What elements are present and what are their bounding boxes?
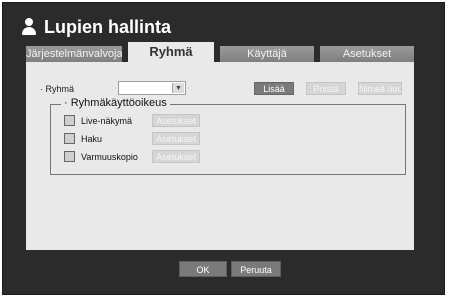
live-view-label: Live-näkymä: [81, 115, 133, 126]
chevron-down-icon[interactable]: ▼: [172, 83, 184, 93]
tab-group[interactable]: Ryhmä: [128, 42, 214, 62]
group-label: · Ryhmä: [40, 84, 75, 94]
tab-bar: Järjestelmänvalvoja Ryhmä Käyttäjä Asetu…: [26, 42, 414, 62]
group-panel: · Ryhmä ▼ Lisää Poista Nimeä uudelleen ·…: [26, 62, 414, 250]
tab-administrator[interactable]: Järjestelmänvalvoja: [26, 46, 122, 62]
search-label: Haku: [81, 133, 103, 144]
backup-checkbox[interactable]: [64, 151, 75, 162]
permission-row-backup: Varmuuskopio: [64, 150, 138, 163]
add-button[interactable]: Lisää: [254, 82, 294, 95]
live-view-settings-button[interactable]: Asetukset: [152, 114, 200, 127]
delete-button[interactable]: Poista: [306, 82, 346, 95]
group-permissions: · Ryhmäkäyttöoikeus Live-näkymä Asetukse…: [50, 97, 406, 175]
dialog-title: Lupien hallinta: [44, 16, 172, 37]
group-select[interactable]: ▼: [118, 81, 186, 95]
rename-button[interactable]: Nimeä uudelleen: [358, 82, 402, 95]
backup-label: Varmuuskopio: [81, 151, 138, 162]
cancel-button[interactable]: Peruuta: [231, 261, 281, 277]
permission-row-live: Live-näkymä: [64, 114, 132, 127]
backup-settings-button[interactable]: Asetukset: [152, 150, 200, 163]
tab-settings[interactable]: Asetukset: [320, 46, 414, 62]
title-bar: Lupien hallinta: [21, 15, 171, 39]
live-view-checkbox[interactable]: [64, 115, 75, 126]
search-checkbox[interactable]: [64, 133, 75, 144]
group-row: · Ryhmä: [40, 81, 74, 97]
user-icon: [21, 18, 37, 36]
permissions-legend: · Ryhmäkäyttöoikeus: [61, 97, 170, 109]
tab-user[interactable]: Käyttäjä: [220, 46, 314, 62]
permission-row-search: Haku: [64, 132, 102, 145]
ok-button[interactable]: OK: [179, 261, 227, 277]
search-settings-button[interactable]: Asetukset: [152, 132, 200, 145]
